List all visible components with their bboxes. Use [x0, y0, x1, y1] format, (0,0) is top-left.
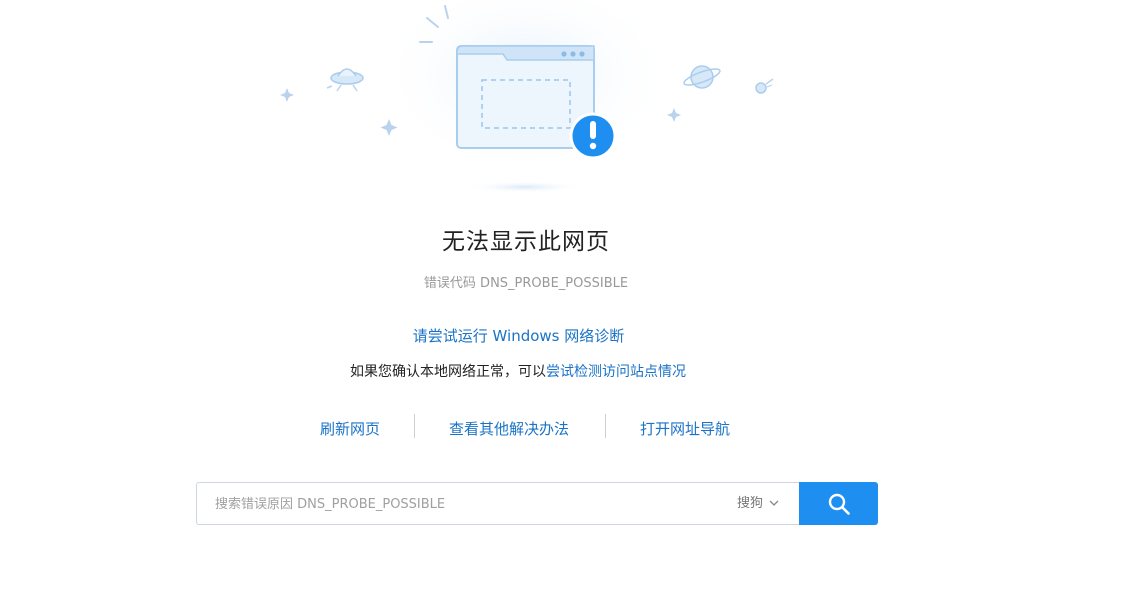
planet-icon: [683, 65, 721, 89]
search-icon: [828, 493, 850, 515]
search-button[interactable]: [799, 482, 878, 525]
page-title: 无法显示此网页: [442, 229, 610, 255]
search-input[interactable]: [213, 483, 717, 526]
search-engine-select[interactable]: 搜狗: [737, 483, 779, 524]
network-check-line: 如果您确认本地网络正常，可以尝试检测访问站点情况: [0, 361, 1036, 381]
divider: [414, 414, 415, 438]
search-bar: 搜狗: [196, 482, 878, 526]
exclamation-icon: [569, 112, 617, 160]
ufo-icon: [326, 68, 364, 92]
chevron-down-icon: [769, 500, 779, 506]
open-navigation-link[interactable]: 打开网址导航: [640, 418, 730, 439]
site-check-link[interactable]: 尝试检测访问站点情况: [546, 364, 686, 380]
error-code: 错误代码 DNS_PROBE_POSSIBLE: [423, 276, 629, 291]
search-field-wrapper: 搜狗: [196, 482, 799, 526]
run-diagnostics-link[interactable]: 请尝试运行 Windows 网络诊断: [0, 325, 1037, 346]
refresh-page-link[interactable]: 刷新网页: [320, 418, 380, 439]
error-page: 无法显示此网页 错误代码 DNS_PROBE_POSSIBLE 请尝试运行 Wi…: [0, 0, 1125, 612]
divider: [605, 414, 606, 438]
comet-icon: [755, 78, 774, 94]
network-check-text: 如果您确认本地网络正常，可以: [350, 364, 546, 380]
other-solutions-link[interactable]: 查看其他解决办法: [449, 418, 569, 439]
action-links: 刷新网页 查看其他解决办法 打开网址导航: [0, 414, 1125, 440]
search-engine-label: 搜狗: [737, 496, 764, 511]
broken-webpage-illustration: [280, 0, 774, 193]
